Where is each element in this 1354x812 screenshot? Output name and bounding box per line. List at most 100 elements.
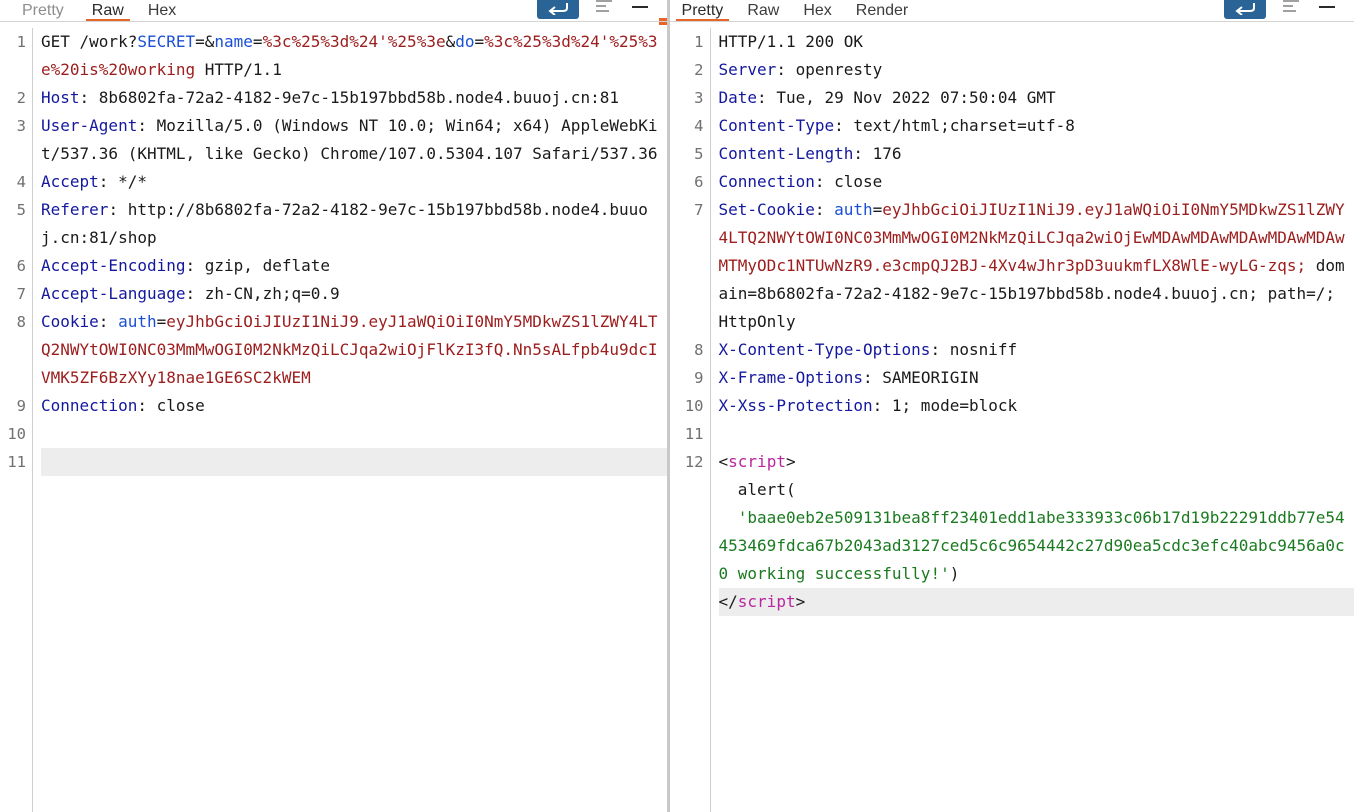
request-editor[interactable]: 1 2 3 4 5 6 7 8 9 10 11 GET /work?SECRET=&name=%3c… (0, 22, 667, 812)
request-toolbar (536, 0, 667, 22)
code-line[interactable]: X-Content-Type-Options: nosniff (719, 336, 1354, 364)
code-token: : openresty (776, 60, 883, 79)
request-tabstrip: Pretty Raw Hex (0, 0, 667, 25)
code-line[interactable]: Connection: close (41, 392, 667, 420)
code-line[interactable]: X-Xss-Protection: 1; mode=block (719, 392, 1354, 420)
code-token: %3c%25%3d%24'%25%3e (262, 32, 446, 51)
code-token: Referer (41, 200, 109, 219)
code-line[interactable]: Server: openresty (719, 56, 1354, 84)
code-token: Accept (41, 172, 99, 191)
code-token: SECRET (137, 32, 196, 51)
code-line[interactable]: Accept-Encoding: gzip, deflate (41, 252, 667, 280)
request-tabs: Pretty Raw Hex (0, 0, 188, 22)
line-number: 3 (694, 89, 704, 107)
code-token: : gzip, deflate (185, 256, 331, 275)
minimize-icon[interactable] (629, 0, 651, 15)
code-line[interactable]: <script> alert( 'baae0eb2e509131bea8ff23… (719, 448, 1354, 588)
code-line[interactable]: Referer: http://8b6802fa-72a2-4182-9e7c-… (41, 196, 667, 252)
send-button[interactable] (1224, 0, 1266, 19)
code-token: X-Content-Type-Options (718, 340, 931, 359)
request-body-text[interactable]: GET /work?SECRET=&name=%3c%25%3d%24'%25%… (32, 28, 667, 812)
code-token: : zh-CN,zh;q=0.9 (185, 284, 340, 303)
tab-render[interactable]: Render (844, 0, 920, 22)
code-token: Content-Length (718, 144, 854, 163)
code-token: HTTP/1.1 (195, 60, 282, 79)
code-token: Set-Cookie (718, 200, 815, 219)
code-token: Accept-Language (41, 284, 186, 303)
code-token: X-Xss-Protection (718, 396, 873, 415)
code-token: Content-Type (718, 116, 835, 135)
line-number: 1 (694, 33, 704, 51)
code-line[interactable]: X-Frame-Options: SAMEORIGIN (719, 364, 1354, 392)
code-token: script (737, 592, 796, 611)
line-number: 9 (16, 397, 26, 415)
line-number: 10 (684, 397, 704, 415)
code-token: : 1; mode=block (872, 396, 1018, 415)
text-wrap-icon[interactable] (595, 0, 613, 15)
code-token: : (98, 312, 119, 331)
line-number: 8 (16, 313, 26, 331)
tab-hex[interactable]: Hex (791, 0, 843, 22)
tab-raw[interactable]: Raw (80, 0, 136, 22)
code-token: : 8b6802fa-72a2-4182-9e7c-15b197bbd58b.n… (79, 88, 619, 107)
code-token: : SAMEORIGIN (863, 368, 979, 387)
code-line[interactable]: </script> (718, 588, 1354, 616)
tab-raw[interactable]: Raw (735, 0, 791, 22)
code-line[interactable]: Content-Length: 176 (719, 140, 1354, 168)
line-number: 3 (16, 117, 26, 135)
line-number: 7 (16, 285, 26, 303)
response-tabstrip: Pretty Raw Hex Render (669, 0, 1354, 22)
code-token: X-Frame-Options (718, 368, 864, 387)
code-token: : close (137, 396, 205, 415)
tab-pretty[interactable]: Pretty (0, 0, 80, 22)
http-message-viewer: Pretty Raw Hex 1 2 3 4 5 6 7 8 9 10 11 G… (0, 0, 1354, 812)
code-token: 'baae0eb2e509131bea8ff23401edd1abe333933… (718, 508, 1345, 583)
code-line[interactable]: Accept-Language: zh-CN,zh;q=0.9 (41, 280, 667, 308)
code-token: auth (118, 312, 157, 331)
code-line[interactable]: Accept: */* (41, 168, 667, 196)
line-number: 10 (7, 425, 26, 443)
tab-pretty[interactable]: Pretty (670, 0, 736, 22)
code-token: : */* (98, 172, 147, 191)
code-token: < (718, 452, 729, 471)
minimize-icon[interactable] (1316, 0, 1338, 15)
line-number: 9 (694, 369, 704, 387)
request-pane: Pretty Raw Hex 1 2 3 4 5 6 7 8 9 10 11 G… (0, 0, 667, 812)
code-line[interactable]: Connection: close (719, 168, 1354, 196)
response-body-text[interactable]: HTTP/1.1 200 OK Server: openresty Date: Tu… (709, 28, 1354, 812)
text-wrap-icon[interactable] (1282, 0, 1300, 15)
code-token: : text/html;charset=utf-8 (834, 116, 1075, 135)
line-number: 7 (694, 201, 704, 219)
code-line[interactable] (719, 420, 1354, 448)
code-line[interactable] (41, 420, 667, 448)
response-toolbar (1224, 0, 1354, 22)
code-token: & (445, 32, 456, 51)
tab-hex[interactable]: Hex (136, 0, 188, 22)
code-token: Date (718, 88, 758, 107)
code-token: Host (41, 88, 80, 107)
code-token: script (728, 452, 786, 471)
code-line[interactable]: Host: 8b6802fa-72a2-4182-9e7c-15b197bbd5… (41, 84, 667, 112)
response-editor[interactable]: 1 2 3 4 5 6 7 8 9 10 11 12 HTTP/1.1 200 OK Server: o… (669, 22, 1354, 812)
code-token: HTTP/1.1 200 OK (718, 32, 864, 51)
code-token: =& (195, 32, 215, 51)
code-token: = (872, 200, 883, 219)
code-token: : nosniff (930, 340, 1018, 359)
code-line[interactable]: HTTP/1.1 200 OK (719, 28, 1354, 56)
code-line[interactable]: Date: Tue, 29 Nov 2022 07:50:04 GMT (719, 84, 1354, 112)
send-button[interactable] (536, 0, 579, 19)
line-number: 5 (694, 145, 704, 163)
code-token: > (785, 452, 796, 471)
code-token: = (252, 32, 263, 51)
code-line[interactable]: Cookie: auth=eyJhbGciOiJIUzI1NiJ9.eyJ1aW… (41, 308, 667, 392)
code-token: auth (834, 200, 873, 219)
code-line[interactable] (41, 448, 667, 476)
code-line[interactable]: User-Agent: Mozilla/5.0 (Windows NT 10.0… (41, 112, 667, 168)
code-token: do (455, 32, 475, 51)
line-number: 2 (16, 89, 26, 107)
code-line[interactable]: GET /work?SECRET=&name=%3c%25%3d%24'%25%… (41, 28, 667, 84)
code-line[interactable]: Content-Type: text/html;charset=utf-8 (719, 112, 1354, 140)
code-line[interactable]: Set-Cookie: auth=eyJhbGciOiJIUzI1NiJ9.ey… (719, 196, 1354, 336)
line-number: 4 (16, 173, 26, 191)
line-number: 1 (16, 33, 26, 51)
